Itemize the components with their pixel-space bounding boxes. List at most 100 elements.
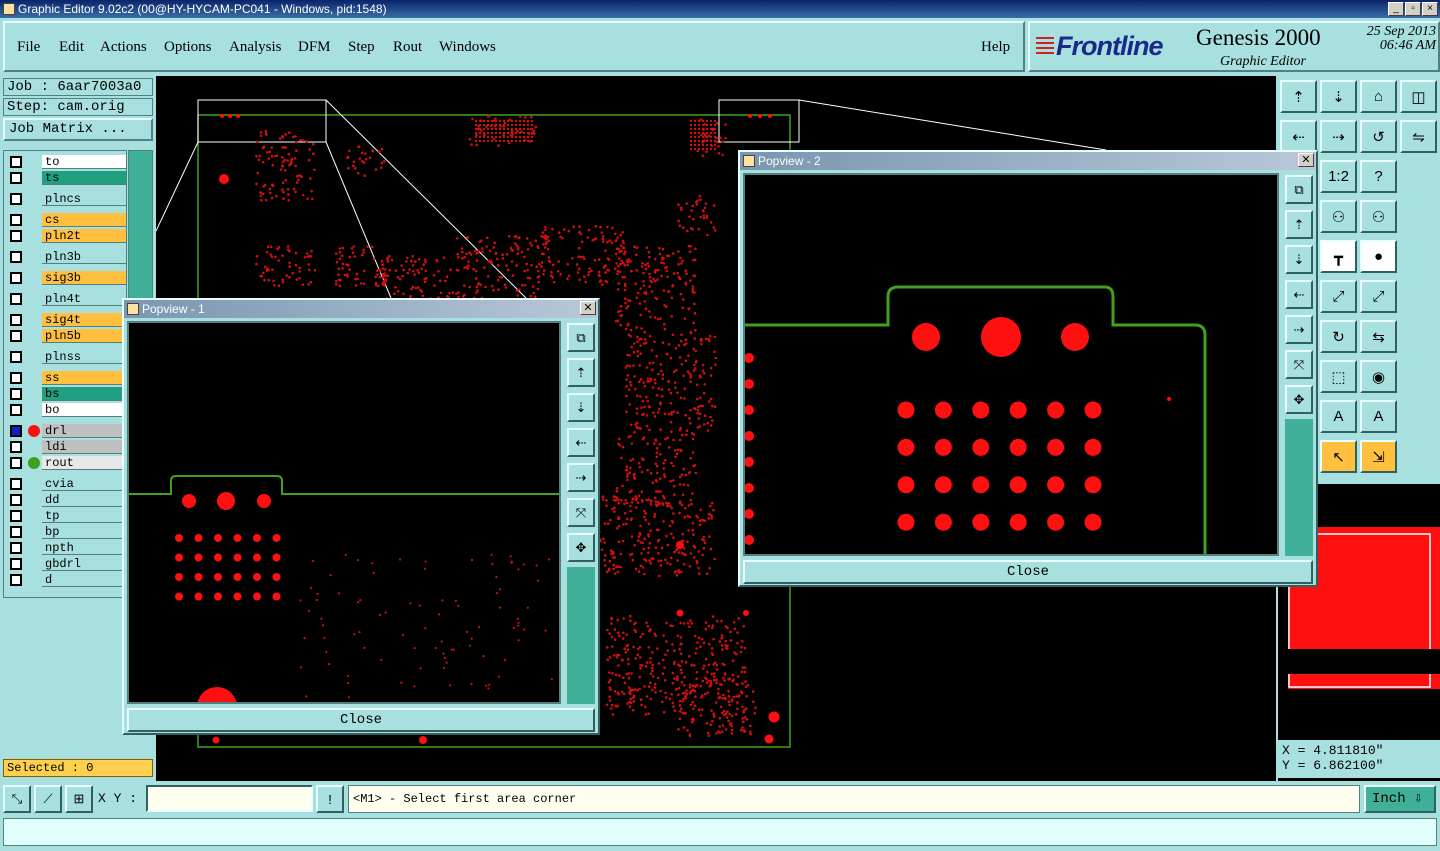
menu-file[interactable]: File bbox=[17, 39, 40, 56]
popview-2-canvas[interactable] bbox=[743, 173, 1279, 556]
layer-row[interactable]: dd bbox=[8, 493, 126, 507]
layer-checkbox[interactable] bbox=[10, 172, 22, 184]
layer-row[interactable]: ldi bbox=[8, 440, 126, 454]
popview-2-titlebar[interactable]: Popview - 2 ✕ bbox=[740, 152, 1316, 170]
layer-name[interactable]: plncs bbox=[42, 192, 126, 206]
layer-checkbox[interactable] bbox=[10, 156, 22, 168]
pv1-pan-right-icon[interactable]: ⇢ bbox=[567, 463, 595, 492]
layer-row[interactable]: sig3b bbox=[8, 271, 126, 285]
layer-checkbox[interactable] bbox=[10, 404, 22, 416]
select-net-icon[interactable]: ⇲ bbox=[1360, 440, 1397, 473]
layer-checkbox[interactable] bbox=[10, 230, 22, 242]
minimize-button[interactable]: _ bbox=[1388, 2, 1404, 16]
layer-name[interactable]: dd bbox=[42, 493, 126, 507]
text-c-icon[interactable]: A bbox=[1360, 400, 1397, 433]
layer-name[interactable]: pln2t bbox=[42, 229, 126, 243]
menu-windows[interactable]: Windows bbox=[439, 39, 496, 56]
pv2-zoom-out-icon[interactable]: ✥ bbox=[1285, 385, 1313, 414]
layer-name[interactable]: bp bbox=[42, 525, 126, 539]
layer-row[interactable]: drl bbox=[8, 424, 126, 438]
layer-checkbox[interactable] bbox=[10, 526, 22, 538]
job-matrix-button[interactable]: Job Matrix ... bbox=[3, 118, 153, 141]
layer-checkbox[interactable] bbox=[10, 293, 22, 305]
layer-row[interactable]: pln3b bbox=[8, 250, 126, 264]
grid-icon[interactable]: ⊞ bbox=[65, 785, 93, 813]
menu-actions[interactable]: Actions bbox=[100, 39, 147, 56]
popview-2-close-button[interactable]: Close bbox=[743, 560, 1313, 584]
layer-name[interactable]: gbdrl bbox=[42, 557, 126, 571]
layer-row[interactable]: cvia bbox=[8, 477, 126, 491]
pad-icon[interactable]: ● bbox=[1360, 240, 1397, 273]
layer-checkbox[interactable] bbox=[10, 251, 22, 263]
layer-checkbox[interactable] bbox=[10, 478, 22, 490]
layer-name[interactable]: cvia bbox=[42, 477, 126, 491]
layer-row[interactable]: plnss bbox=[8, 350, 126, 364]
layer-checkbox[interactable] bbox=[10, 441, 22, 453]
line-pad-icon[interactable]: ⤢ bbox=[1360, 280, 1397, 313]
layer-checkbox[interactable] bbox=[10, 574, 22, 586]
layer-row[interactable]: ss bbox=[8, 371, 126, 385]
layer-row[interactable]: rout bbox=[8, 456, 126, 470]
text-b-icon[interactable]: A bbox=[1320, 400, 1357, 433]
layer-row[interactable]: pln5b bbox=[8, 329, 126, 343]
zoom-down-icon[interactable]: ⇣ bbox=[1320, 80, 1357, 113]
menu-dfm[interactable]: DFM bbox=[298, 39, 331, 56]
flip-icon[interactable]: ⇆ bbox=[1360, 320, 1397, 353]
menu-edit[interactable]: Edit bbox=[59, 39, 84, 56]
layer-name[interactable]: bo bbox=[42, 403, 126, 417]
layer-name[interactable]: bs bbox=[42, 387, 126, 401]
layer-row[interactable]: npth bbox=[8, 541, 126, 555]
layer-checkbox[interactable] bbox=[10, 372, 22, 384]
pv2-pan-up-icon[interactable]: ⇡ bbox=[1285, 210, 1313, 239]
menu-help[interactable]: Help bbox=[981, 39, 1010, 56]
zoom-up-icon[interactable]: ⇡ bbox=[1280, 80, 1317, 113]
maximize-button[interactable]: ▫ bbox=[1405, 2, 1421, 16]
select-area-icon[interactable]: ↖ bbox=[1320, 440, 1357, 473]
layer-checkbox[interactable] bbox=[10, 330, 22, 342]
snap-icon[interactable]: ⤡ bbox=[3, 785, 31, 813]
layer-row[interactable]: ts bbox=[8, 171, 126, 185]
snap-pad-icon[interactable]: ⚇ bbox=[1320, 200, 1357, 233]
pv1-zoom-out-icon[interactable]: ✥ bbox=[567, 533, 595, 562]
layer-row[interactable]: sig4t bbox=[8, 313, 126, 327]
scale-icon[interactable]: 1:2 bbox=[1320, 160, 1357, 193]
line-icon[interactable]: ⤢ bbox=[1320, 280, 1357, 313]
layer-name[interactable]: ts bbox=[42, 171, 126, 185]
layer-row[interactable]: plncs bbox=[8, 192, 126, 206]
measure-icon[interactable]: ⟋ bbox=[34, 785, 62, 813]
layer-row[interactable]: tp bbox=[8, 509, 126, 523]
pan-right-icon[interactable]: ⇢ bbox=[1320, 120, 1357, 153]
layer-row[interactable]: bp bbox=[8, 525, 126, 539]
mirror-icon[interactable]: ⇋ bbox=[1400, 120, 1437, 153]
pan-left-icon[interactable]: ⇠ bbox=[1280, 120, 1317, 153]
home-icon[interactable]: ⌂ bbox=[1360, 80, 1397, 113]
layer-checkbox[interactable] bbox=[10, 388, 22, 400]
pv1-scroll[interactable] bbox=[567, 567, 595, 704]
layer-row[interactable]: to bbox=[8, 155, 126, 169]
layer-row[interactable]: bo bbox=[8, 403, 126, 417]
popview-2-close-icon[interactable]: ✕ bbox=[1298, 153, 1314, 167]
snap-center-icon[interactable]: ⚇ bbox=[1360, 200, 1397, 233]
arc-icon[interactable]: ↻ bbox=[1320, 320, 1357, 353]
layer-checkbox[interactable] bbox=[10, 314, 22, 326]
layer-name[interactable]: ss bbox=[42, 371, 126, 385]
layer-checkbox[interactable] bbox=[10, 272, 22, 284]
pv2-pan-left-icon[interactable]: ⇠ bbox=[1285, 280, 1313, 309]
popview-1-canvas[interactable] bbox=[127, 321, 561, 704]
layer-name[interactable]: tp bbox=[42, 509, 126, 523]
shapes-icon[interactable]: ◉ bbox=[1360, 360, 1397, 393]
pv2-zoom-in-icon[interactable]: ⤧ bbox=[1285, 350, 1313, 379]
layer-name[interactable]: pln5b bbox=[42, 329, 126, 343]
pv1-sync-icon[interactable]: ⧉ bbox=[567, 323, 595, 352]
layer-row[interactable]: cs bbox=[8, 213, 126, 227]
xy-input[interactable] bbox=[146, 785, 313, 812]
layer-checkbox[interactable] bbox=[10, 425, 22, 437]
menu-step[interactable]: Step bbox=[348, 39, 375, 56]
layer-checkbox[interactable] bbox=[10, 351, 22, 363]
menu-options[interactable]: Options bbox=[164, 39, 212, 56]
help-icon[interactable]: ? bbox=[1360, 160, 1397, 193]
ruler-icon[interactable]: ┳ bbox=[1320, 240, 1357, 273]
layer-row[interactable]: bs bbox=[8, 387, 126, 401]
layer-name[interactable]: cs bbox=[42, 213, 126, 227]
popview-1-titlebar[interactable]: Popview - 1 ✕ bbox=[124, 300, 598, 318]
